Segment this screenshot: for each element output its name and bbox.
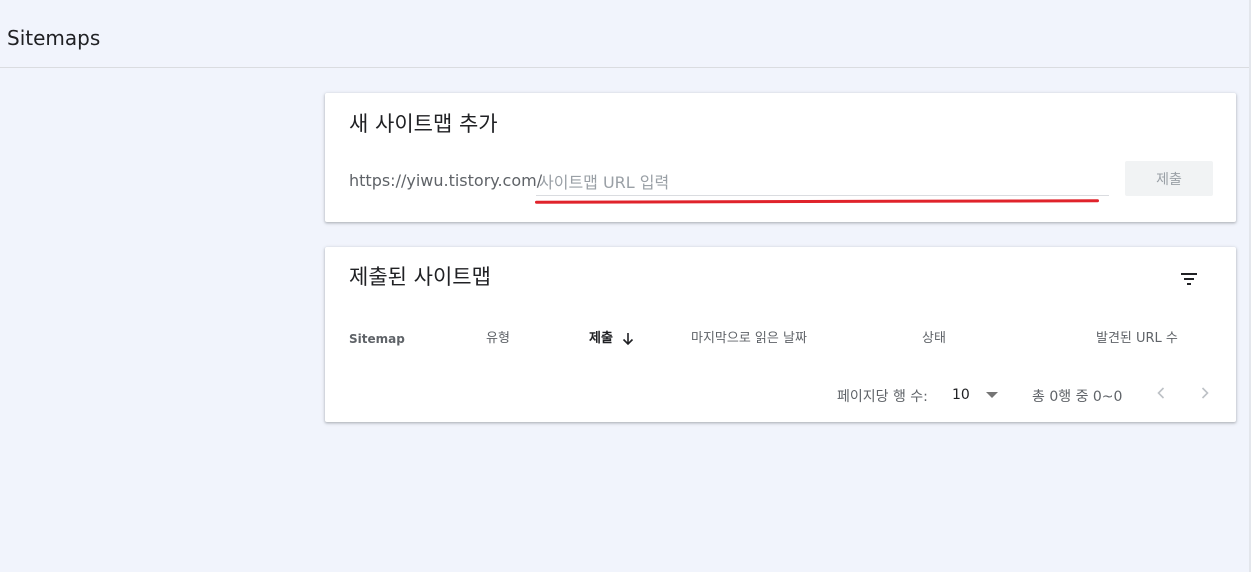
column-header-discovered-urls[interactable]: 발견된 URL 수 xyxy=(1096,330,1178,348)
filter-list-icon[interactable] xyxy=(1177,267,1201,291)
column-header-submitted-label: 제출 xyxy=(589,331,613,346)
rows-per-page-label: 페이지당 행 수: xyxy=(837,389,928,405)
sitemap-url-field xyxy=(536,171,1109,196)
submit-button[interactable]: 제출 xyxy=(1125,161,1213,196)
submitted-sitemaps-title: 제출된 사이트맵 xyxy=(349,265,491,289)
add-sitemap-card: 새 사이트맵 추가 https://yiwu.tistory.com/ 제출 xyxy=(325,93,1236,222)
rows-per-page-value: 10 xyxy=(952,387,970,403)
pagination-range: 총 0행 중 0~0 xyxy=(1032,389,1123,405)
chevron-left-icon[interactable] xyxy=(1149,381,1173,405)
url-prefix: https://yiwu.tistory.com/ xyxy=(349,171,543,190)
page-title: Sitemaps xyxy=(7,26,101,50)
dropdown-caret-icon xyxy=(985,392,998,398)
add-sitemap-title: 새 사이트맵 추가 xyxy=(349,112,498,136)
page-header: Sitemaps xyxy=(0,0,1251,68)
rows-per-page-select[interactable]: 10 xyxy=(947,383,999,407)
column-header-submitted[interactable]: 제출 xyxy=(589,330,635,348)
column-header-status[interactable]: 상태 xyxy=(922,330,946,348)
chevron-right-icon[interactable] xyxy=(1193,381,1217,405)
arrow-down-icon xyxy=(622,333,633,346)
red-annotation-underline xyxy=(534,199,1100,204)
column-header-type[interactable]: 유형 xyxy=(486,330,510,348)
column-header-last-read[interactable]: 마지막으로 읽은 날짜 xyxy=(691,330,807,348)
submitted-sitemaps-card: 제출된 사이트맵 Sitemap 유형 제출 마지막으로 읽은 날짜 상태 발견… xyxy=(325,247,1236,422)
sitemap-url-input[interactable] xyxy=(536,171,1109,193)
sitemaps-page: Sitemaps 새 사이트맵 추가 https://yiwu.tistory.… xyxy=(0,0,1251,572)
column-header-sitemap[interactable]: Sitemap xyxy=(349,330,405,348)
